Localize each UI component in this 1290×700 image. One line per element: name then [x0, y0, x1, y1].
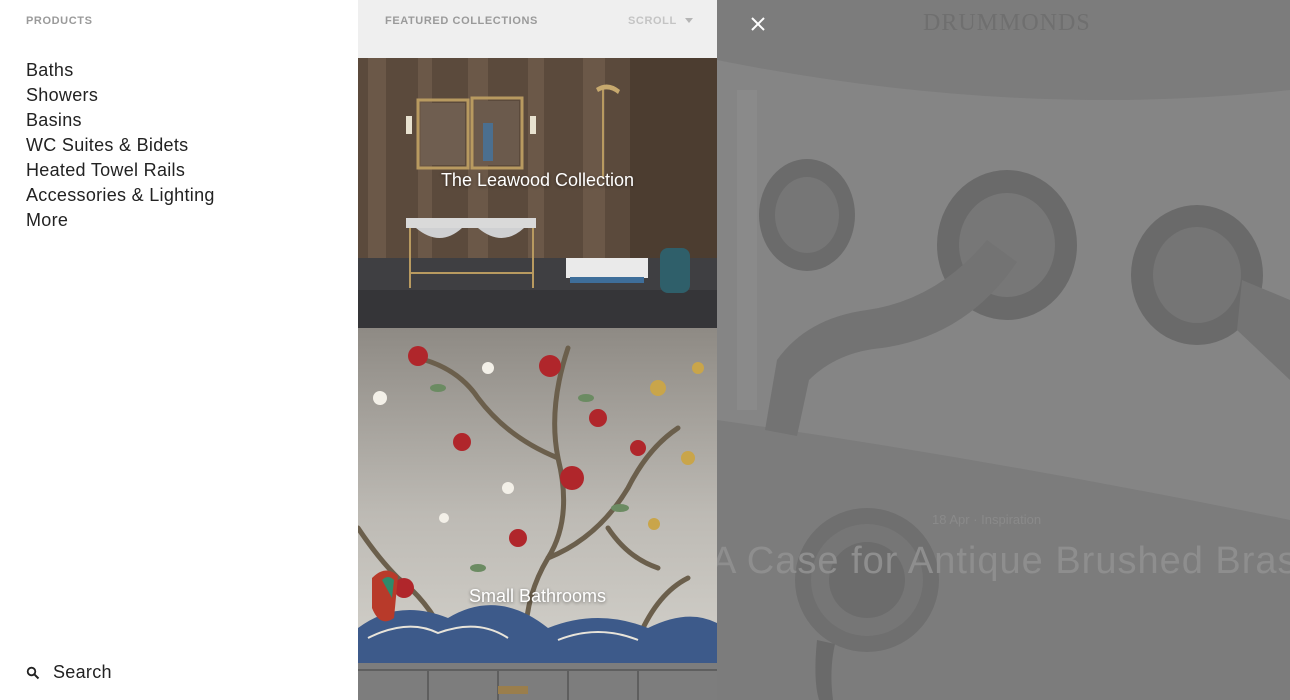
article-title: A Case for Antique Brushed Brass: [717, 540, 1290, 582]
featured-collections-panel: FEATURED COLLECTIONS SCROLL The Leawood …: [358, 0, 717, 700]
search-icon: [26, 666, 40, 679]
search-label: Search: [53, 662, 112, 682]
featured-header: FEATURED COLLECTIONS SCROLL: [358, 0, 717, 58]
menu-item-showers[interactable]: Showers: [26, 83, 215, 108]
menu-item-basins[interactable]: Basins: [26, 108, 215, 133]
featured-collections-heading: FEATURED COLLECTIONS: [385, 15, 538, 27]
products-menu: PRODUCTS Baths Showers Basins WC Suites …: [0, 0, 358, 700]
brand-logo: DRUMMONDS: [923, 10, 1091, 36]
background-page: DRUMMONDS 18 Apr · Inspiration A Case fo…: [717, 0, 1290, 700]
products-heading: PRODUCTS: [26, 15, 93, 27]
collection-card-small-bathrooms[interactable]: Small Bathrooms: [358, 328, 717, 700]
collection-title-small-bathrooms: Small Bathrooms: [468, 586, 607, 606]
caret-down-icon: [684, 17, 693, 23]
menu-item-more[interactable]: More: [26, 208, 215, 233]
small-bathrooms-image: [358, 328, 717, 700]
leawood-collection-image: [358, 58, 717, 328]
menu-item-accessories-lighting[interactable]: Accessories & Lighting: [26, 183, 215, 208]
close-icon: [751, 17, 765, 31]
products-list: Baths Showers Basins WC Suites & Bidets …: [26, 58, 215, 233]
brass-tap-background-image: [717, 0, 1290, 700]
article-meta: 18 Apr · Inspiration: [932, 512, 1042, 527]
scroll-button[interactable]: SCROLL: [628, 15, 693, 27]
close-button[interactable]: [747, 13, 769, 35]
collection-card-leawood[interactable]: The Leawood Collection: [358, 58, 717, 328]
search-button[interactable]: Search: [26, 662, 112, 683]
menu-item-wc-suites-bidets[interactable]: WC Suites & Bidets: [26, 133, 215, 158]
menu-item-heated-towel-rails[interactable]: Heated Towel Rails: [26, 158, 215, 183]
scroll-label: SCROLL: [628, 15, 677, 27]
menu-item-baths[interactable]: Baths: [26, 58, 215, 83]
collection-title-leawood: The Leawood Collection: [440, 170, 635, 190]
